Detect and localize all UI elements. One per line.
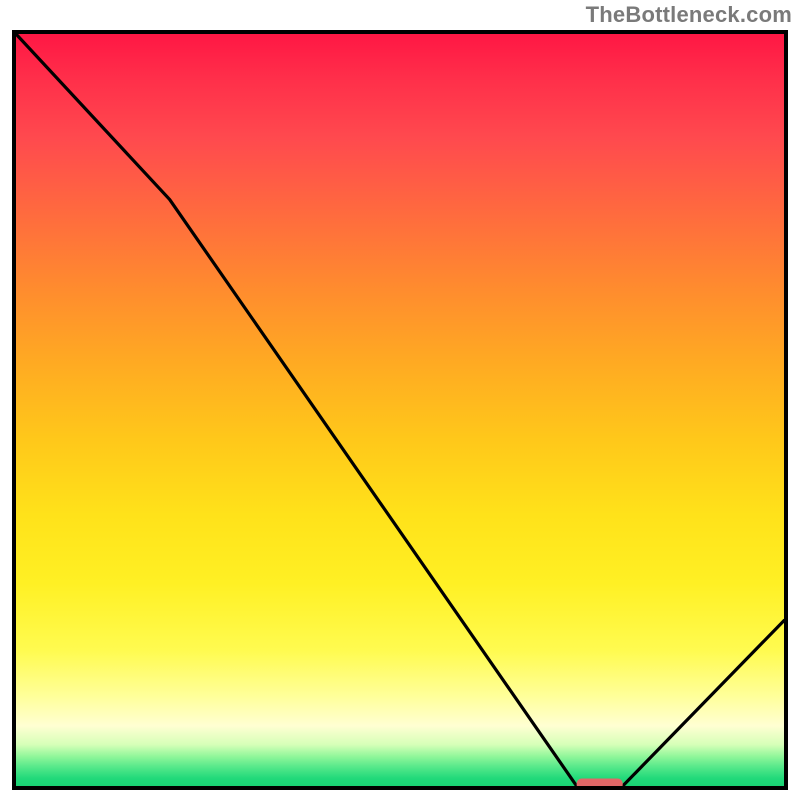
optimal-range-marker — [577, 779, 623, 787]
plot-area — [12, 30, 788, 790]
chart-container: TheBottleneck.com — [0, 0, 800, 800]
bottleneck-curve — [16, 34, 784, 786]
curve-overlay — [16, 34, 784, 786]
attribution-label: TheBottleneck.com — [586, 2, 792, 28]
